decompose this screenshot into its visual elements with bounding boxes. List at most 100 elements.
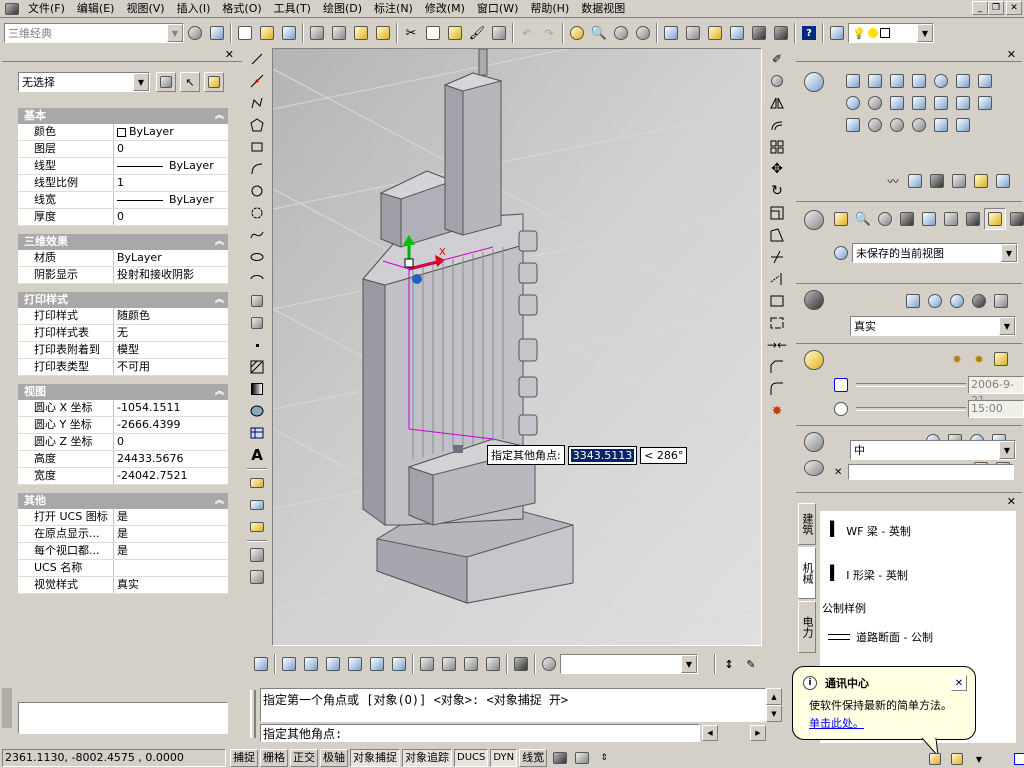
3d-align-icon[interactable] (948, 170, 970, 192)
left-view-icon[interactable] (322, 653, 344, 675)
selection-combo[interactable]: 无选择 ▼ (18, 72, 150, 92)
materials-icon[interactable] (804, 432, 824, 452)
otrack-button[interactable]: 对象追踪 (402, 749, 452, 767)
bottom-view-icon[interactable] (300, 653, 322, 675)
command-scrollbar[interactable]: ▲ ▼ (766, 688, 782, 722)
close-icon[interactable]: ✕ (1007, 48, 1016, 61)
clean-screen-icon[interactable] (1010, 748, 1024, 768)
polar-button[interactable]: 极轴 (320, 749, 348, 767)
menu-tools[interactable]: 工具(T) (268, 1, 317, 17)
model-canvas[interactable]: X (273, 49, 762, 646)
section-header[interactable]: 视图 ︽ (18, 384, 228, 400)
top-view-icon[interactable] (278, 653, 300, 675)
property-row[interactable]: 宽度 -24042.7521 (18, 468, 228, 485)
insert-block-icon[interactable] (246, 290, 268, 312)
break-icon[interactable] (766, 312, 788, 334)
tab-electrical[interactable]: 电力 (798, 601, 816, 653)
property-row[interactable]: 圆心 Y 坐标 -2666.4399 (18, 417, 228, 434)
section-header[interactable]: 三维效果 ︽ (18, 234, 228, 250)
dimension-style-icon[interactable] (246, 566, 268, 588)
render-teapot-icon[interactable] (804, 460, 824, 476)
sphere-icon[interactable] (930, 70, 952, 92)
ortho-button[interactable]: 正交 (290, 749, 318, 767)
explode-icon[interactable]: ✸ (766, 400, 788, 422)
section-header[interactable]: 基本 ︽ (18, 108, 228, 124)
3d-make-icon[interactable] (804, 72, 824, 92)
edit-icon[interactable]: ✎ (740, 653, 762, 675)
copy-object-icon[interactable] (766, 70, 788, 92)
lock-icon[interactable] (946, 748, 968, 768)
style-2d-wireframe-icon[interactable] (902, 290, 924, 312)
menu-dimension[interactable]: 标注(N) (368, 1, 419, 17)
help-icon[interactable]: ? (798, 22, 820, 44)
scroll-left-icon[interactable]: ◀ (702, 725, 718, 741)
make-block-icon[interactable] (246, 312, 268, 334)
property-row[interactable]: 图层 0 (18, 141, 228, 158)
3d-move-icon[interactable] (904, 170, 926, 192)
menu-edit[interactable]: 编辑(E) (71, 1, 121, 17)
ellipse-arc-icon[interactable] (246, 268, 268, 290)
cone-icon[interactable] (908, 70, 930, 92)
style-conceptual-icon[interactable] (946, 290, 968, 312)
camera-icon[interactable] (510, 653, 532, 675)
style-3d-wireframe-icon[interactable] (924, 290, 946, 312)
markup-icon[interactable] (748, 22, 770, 44)
property-row[interactable]: 阴影显示 投射和接收阴影 (18, 267, 228, 284)
clock-icon[interactable] (830, 398, 852, 420)
print-preview-icon[interactable] (328, 22, 350, 44)
property-row[interactable]: 每个视口都... 是 (18, 543, 228, 560)
sweep-icon[interactable] (864, 114, 886, 136)
paste-icon[interactable] (444, 22, 466, 44)
3d-zoom-icon[interactable]: 🔍 (852, 208, 874, 230)
close-icon[interactable]: ✕ (951, 675, 967, 691)
properties-icon[interactable] (660, 22, 682, 44)
status-more-icon[interactable]: ⇕ (593, 747, 615, 768)
fly-icon[interactable] (940, 208, 962, 230)
design-center-icon[interactable] (682, 22, 704, 44)
match-properties-icon[interactable]: 🖌 (466, 22, 488, 44)
line-icon[interactable] (246, 48, 268, 70)
minimize-icon[interactable]: _ (972, 1, 988, 15)
3d-navigate-icon[interactable] (804, 210, 824, 230)
extend-icon[interactable] (766, 268, 788, 290)
lineweight-button[interactable]: 线宽 (519, 749, 548, 767)
sort-icon[interactable]: ↕ (718, 653, 740, 675)
save-icon[interactable] (278, 22, 300, 44)
new-icon[interactable] (234, 22, 256, 44)
workspace-settings-icon[interactable] (184, 22, 206, 44)
snap-button[interactable]: 捕捉 (230, 749, 258, 767)
grid-button[interactable]: 栅格 (260, 749, 288, 767)
solid-fill-icon[interactable] (246, 494, 268, 516)
polyline-icon[interactable] (246, 92, 268, 114)
sw-iso-view-icon[interactable] (416, 653, 438, 675)
camera-adjust-icon[interactable] (962, 208, 984, 230)
property-row[interactable]: 材质 ByLayer (18, 250, 228, 267)
redo-icon[interactable]: ↷ (538, 22, 560, 44)
visual-style-manager-icon[interactable] (990, 290, 1012, 312)
menu-help[interactable]: 帮助(H) (524, 1, 575, 17)
table-icon[interactable] (246, 422, 268, 444)
dyn-button[interactable]: DYN (490, 749, 518, 767)
named-view-combo[interactable]: 未保存的当前视图 ▼ (852, 243, 1018, 263)
list-item[interactable]: I WF 梁 - 英制 (820, 511, 1016, 551)
hatch-icon[interactable] (246, 356, 268, 378)
point-light-icon[interactable]: ✸ (946, 348, 968, 370)
multiline-text-icon[interactable]: A (246, 444, 268, 466)
ducs-button[interactable]: DUCS (454, 749, 489, 767)
sun-light-icon[interactable]: ✹ (968, 348, 990, 370)
property-row[interactable]: 线型 ByLayer (18, 158, 228, 175)
torus-icon[interactable] (842, 92, 864, 114)
my-workspace-icon[interactable] (206, 22, 228, 44)
chevron-down-icon[interactable]: ▼ (167, 24, 183, 42)
wedge-icon[interactable] (886, 70, 908, 92)
box-icon[interactable] (864, 70, 886, 92)
trim-icon[interactable] (766, 246, 788, 268)
chamfer-icon[interactable] (766, 356, 788, 378)
3d-orbit-icon[interactable] (874, 208, 896, 230)
named-view-icon[interactable] (830, 242, 852, 264)
osnap-button[interactable]: 对象捕捉 (350, 749, 400, 767)
list-item[interactable]: 道路断面 - 公制 (820, 619, 1016, 655)
lights-icon[interactable] (804, 350, 824, 370)
section-header[interactable]: 其他 ︽ (18, 493, 228, 509)
coordinate-display[interactable]: 2361.1130, -8002.4575 , 0.0000 (2, 749, 226, 767)
